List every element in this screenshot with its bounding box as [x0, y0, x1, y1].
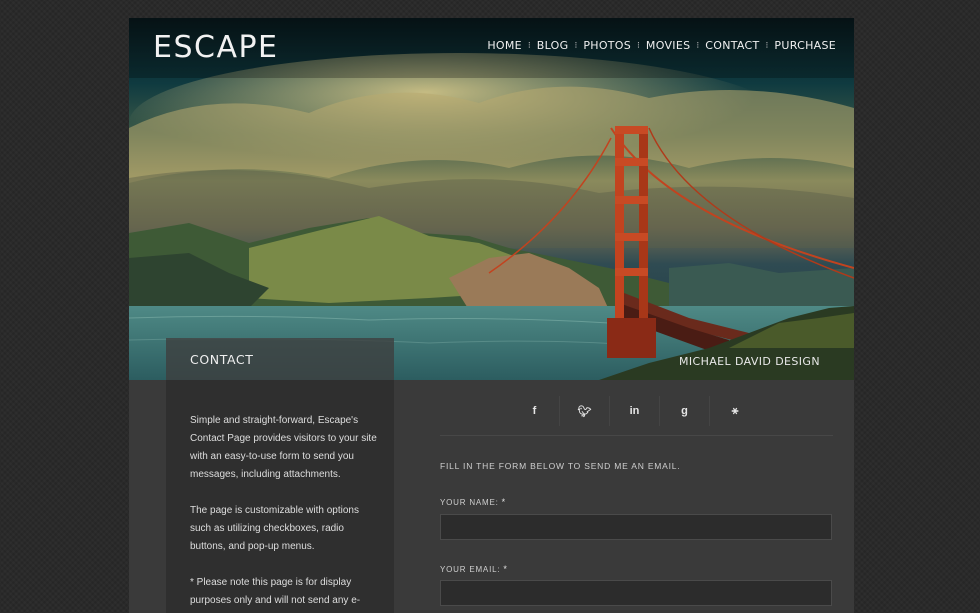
sidebar-paragraph: * Please note this page is for display p…: [190, 577, 361, 606]
name-label-text: YOUR NAME:: [440, 498, 499, 507]
required-marker: *: [503, 564, 508, 574]
sidebar-paragraph: Simple and straight-forward, Escape's Co…: [190, 415, 377, 480]
sidebar: Simple and straight-forward, Escape's Co…: [166, 380, 394, 613]
golden-gate-photo: [129, 18, 854, 380]
main-nav: HOME ⁝ BLOG ⁝ PHOTOS ⁝ MOVIES ⁝ CONTACT …: [487, 39, 836, 52]
required-marker: *: [501, 497, 506, 507]
nav-purchase[interactable]: PURCHASE: [774, 39, 836, 52]
facebook-icon[interactable]: f: [510, 396, 560, 426]
nav-separator: ⁝: [574, 40, 578, 50]
delicious-icon[interactable]: ⚹: [710, 396, 760, 426]
nav-separator: ⁝: [527, 40, 531, 50]
photo-credit: MICHAEL DAVID DESIGN: [678, 355, 820, 368]
name-label: YOUR NAME: *: [440, 497, 506, 507]
page-container: ESCAPE HOME ⁝ BLOG ⁝ PHOTOS ⁝ MOVIES ⁝ C…: [129, 18, 854, 613]
nav-movies[interactable]: MOVIES: [646, 39, 690, 52]
name-field[interactable]: [440, 514, 832, 540]
nav-photos[interactable]: PHOTOS: [583, 39, 631, 52]
nav-blog[interactable]: BLOG: [537, 39, 569, 52]
linkedin-icon[interactable]: in: [610, 396, 660, 426]
sidebar-paragraph: The page is customizable with options su…: [190, 505, 359, 552]
nav-separator: ⁝: [637, 40, 640, 50]
form-intro: FILL IN THE FORM BELOW TO SEND ME AN EMA…: [440, 461, 681, 471]
email-label: YOUR EMAIL: *: [440, 564, 508, 574]
hero-image: ESCAPE HOME ⁝ BLOG ⁝ PHOTOS ⁝ MOVIES ⁝ C…: [129, 18, 854, 380]
email-field[interactable]: [440, 580, 832, 606]
sidebar-text: Simple and straight-forward, Escape's Co…: [190, 412, 380, 613]
social-links: f 🐦︎ in g ⚹: [510, 396, 760, 426]
twitter-icon[interactable]: 🐦︎: [560, 396, 610, 426]
google-icon[interactable]: g: [660, 396, 710, 426]
nav-contact[interactable]: CONTACT: [705, 39, 759, 52]
page-title: CONTACT: [190, 352, 254, 367]
nav-separator: ⁝: [696, 40, 700, 50]
sidebar-header: CONTACT: [166, 338, 394, 380]
nav-home[interactable]: HOME: [487, 39, 522, 52]
site-logo[interactable]: ESCAPE: [153, 30, 279, 65]
nav-separator: ⁝: [765, 40, 769, 50]
email-label-text: YOUR EMAIL:: [440, 565, 501, 574]
divider: [440, 435, 833, 436]
